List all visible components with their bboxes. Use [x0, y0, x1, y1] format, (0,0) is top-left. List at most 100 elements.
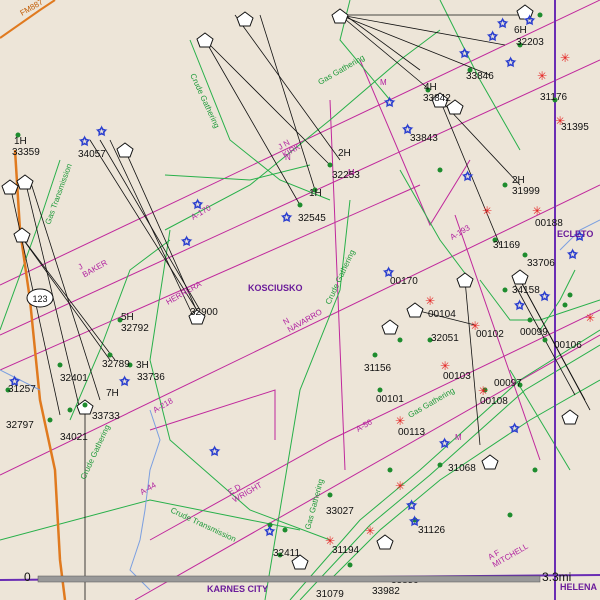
route-shield-label: 123 — [32, 294, 47, 304]
well-label: 33027 — [326, 506, 354, 517]
pentagon-icon[interactable] — [13, 227, 31, 243]
pentagon-icon[interactable] — [381, 319, 399, 335]
well-label: 31194 — [332, 545, 360, 556]
svg-text:✩: ✩ — [440, 437, 449, 450]
well-label: 31068 — [448, 463, 476, 474]
svg-text:✩: ✩ — [498, 17, 507, 30]
pipelines — [0, 0, 600, 600]
well-tag: 5H — [121, 312, 134, 323]
svg-text:✩: ✩ — [80, 135, 89, 148]
well-tag: 7H — [106, 388, 119, 399]
pentagon-icon[interactable] — [116, 142, 134, 158]
well-label: 32789 — [102, 359, 130, 370]
pipeline-label: Crude Gathering — [324, 248, 357, 305]
well-label: 33736 — [137, 372, 165, 383]
svg-text:✩: ✩ — [506, 56, 515, 69]
highway-123 — [13, 149, 67, 600]
route-shield: 123 — [26, 288, 54, 308]
well-label: 00101 — [376, 394, 404, 405]
svg-text:✩: ✩ — [385, 96, 394, 109]
pentagon-icon[interactable] — [511, 269, 529, 285]
scale-start-label: 0 — [24, 570, 31, 584]
pentagon-icon[interactable] — [376, 534, 394, 550]
svg-text:✩: ✩ — [120, 375, 129, 388]
svg-text:✩: ✩ — [97, 125, 106, 138]
svg-text:✩: ✩ — [210, 445, 219, 458]
well-label: 00104 — [428, 309, 456, 320]
svg-text:✩: ✩ — [282, 211, 291, 224]
svg-text:✳: ✳ — [482, 204, 492, 218]
well-label: 32051 — [431, 333, 459, 344]
well-label: 32797 — [6, 420, 34, 431]
abstract-label: A-193 — [449, 223, 472, 242]
pentagon-icon[interactable] — [561, 409, 579, 425]
pipeline-label: Crude Transmission — [169, 506, 237, 544]
well-label: 00106 — [554, 340, 582, 351]
well-tag: 2H — [512, 175, 525, 186]
well-label: 32545 — [298, 213, 326, 224]
well-label: 32792 — [121, 323, 149, 334]
survey-label: N — [285, 153, 291, 162]
pipeline-label: Crude Gathering — [188, 72, 221, 129]
place-ecleto: ECLETO — [557, 229, 593, 239]
pentagon-icon[interactable] — [236, 11, 254, 27]
pentagon-icon[interactable] — [196, 32, 214, 48]
well-label: 31176 — [540, 92, 568, 103]
well-trajectories — [9, 14, 591, 600]
pentagon-icon[interactable] — [456, 272, 474, 288]
well-label: 31257 — [8, 384, 36, 395]
svg-text:✳: ✳ — [395, 414, 405, 428]
svg-text:✩: ✩ — [182, 235, 191, 248]
svg-text:✩: ✩ — [510, 422, 519, 435]
well-label: 00097 — [494, 378, 522, 389]
well-label: 00113 — [398, 427, 426, 438]
well-label: 32411 — [273, 548, 301, 559]
svg-text:✳: ✳ — [585, 311, 595, 325]
abstract-label: A-44 — [139, 480, 159, 497]
pipeline-label: Gas Gathering — [303, 478, 325, 531]
pentagon-icon[interactable] — [1, 179, 19, 195]
svg-text:✩: ✩ — [265, 525, 274, 538]
well-label: 33842 — [423, 93, 451, 104]
svg-text:✩: ✩ — [515, 299, 524, 312]
pentagon-icon[interactable] — [331, 8, 349, 24]
pentagon-icon[interactable] — [406, 302, 424, 318]
pipeline-label: Gas Gathering — [317, 53, 367, 87]
well-label: 00170 — [390, 276, 418, 287]
well-label: 31126 — [418, 525, 446, 536]
well-label: 34021 — [60, 432, 88, 443]
well-label: 33843 — [410, 133, 438, 144]
pipeline-label: Gas Transmission — [43, 162, 73, 225]
survey-boundaries — [0, 0, 600, 600]
survey-label: M — [380, 78, 387, 87]
svg-text:✩: ✩ — [407, 499, 416, 512]
well-label: 33733 — [92, 411, 120, 422]
well-label: 31079 — [316, 589, 344, 600]
well-label: 32203 — [516, 37, 544, 48]
svg-text:✳: ✳ — [365, 524, 375, 538]
survey-label: A FMITCHELL — [487, 534, 531, 569]
svg-text:✳: ✳ — [532, 204, 542, 218]
well-label: 31169 — [493, 240, 521, 251]
scale-end-label: 3.3mi — [542, 570, 571, 584]
lease-map[interactable]: ✳✳✳ ✳ ✳✳ ✳✳✳ ✳✳✳ ✳✳ ✩✩✩ ✩✩✩ ✩✩✩ ✩✩✩ ✩✩✩ ✩… — [0, 0, 600, 600]
survey-label: M — [455, 433, 462, 442]
survey-label: E DWRIGHT — [227, 473, 264, 505]
svg-text:✳: ✳ — [425, 294, 435, 308]
well-label: 31395 — [561, 122, 589, 133]
well-label: 32253 — [332, 170, 360, 181]
svg-text:✳: ✳ — [537, 69, 547, 83]
pentagon-icon[interactable] — [16, 174, 34, 190]
well-label: 33359 — [12, 147, 40, 158]
well-label: 33982 — [372, 586, 400, 597]
svg-text:✩: ✩ — [463, 170, 472, 183]
well-label: 33846 — [466, 71, 494, 82]
well-tag: 4H — [424, 82, 437, 93]
well-tag: 1H — [14, 136, 27, 147]
well-tag: 1H — [309, 188, 322, 199]
survey-label: JBAKER — [77, 250, 110, 279]
well-label: 33706 — [527, 258, 555, 269]
well-label: 00099 — [520, 327, 548, 338]
pentagon-icon[interactable] — [481, 454, 499, 470]
svg-text:✩: ✩ — [488, 30, 497, 43]
